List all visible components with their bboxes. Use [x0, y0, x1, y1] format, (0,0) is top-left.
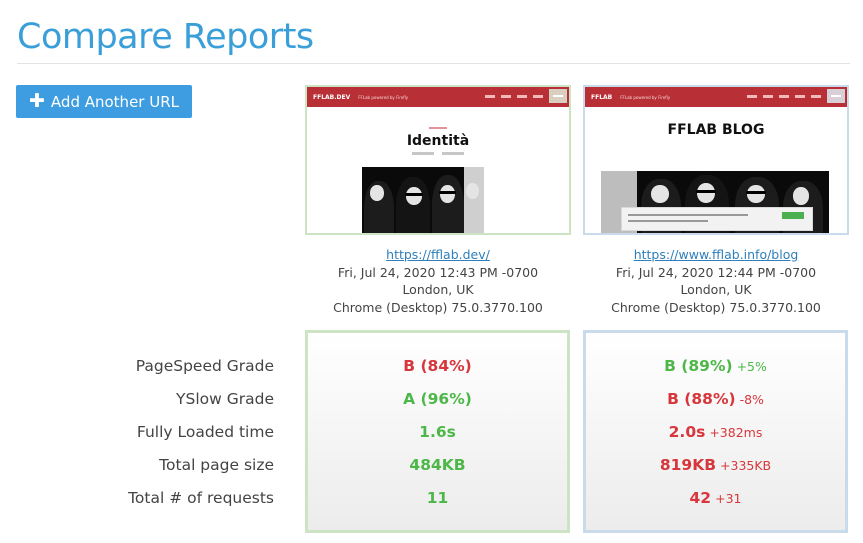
thumbnail-headline: Identità	[406, 133, 470, 149]
result-delta: -8%	[739, 392, 764, 407]
result-value: B (89%)	[664, 357, 733, 375]
result-delta: +5%	[736, 359, 767, 374]
result-value: 1.6s	[419, 423, 456, 441]
result-page-size: 484KB	[308, 454, 567, 487]
result-requests: 11	[308, 487, 567, 520]
thumbnail-cookie-banner	[621, 207, 813, 231]
result-delta: +31	[715, 491, 742, 506]
report-thumbnail-2[interactable]: FFLAB FFLab powered by Firefly FFLAB BLO…	[583, 85, 849, 235]
plus-icon: ✚	[29, 90, 45, 112]
report-thumbnail-1[interactable]: FFLAB.DEV FFLab powered by Firefly Ident…	[305, 85, 571, 235]
metric-label-page-size: Total page size	[159, 456, 274, 474]
thumbnail-headline: FFLAB BLOG	[667, 122, 765, 138]
report-date: Fri, Jul 24, 2020 12:44 PM -0700	[615, 264, 817, 280]
report-url-link[interactable]: https://fflab.dev/	[305, 246, 571, 264]
result-value: B (88%)	[667, 390, 736, 408]
metric-label-pagespeed: PageSpeed Grade	[135, 357, 274, 375]
thumbnail-brand: FFLAB.DEV	[313, 93, 351, 101]
title-divider	[17, 63, 850, 64]
thumbnail-menu	[747, 95, 821, 98]
thumbnail-category	[307, 127, 569, 129]
add-another-url-label: Add Another URL	[50, 92, 179, 111]
metric-label-yslow: YSlow Grade	[176, 390, 274, 408]
thumbnail-menu-icon	[549, 89, 567, 103]
report-location: London, UK	[680, 282, 752, 297]
result-value: A (96%)	[403, 390, 472, 408]
result-value: 484KB	[409, 456, 466, 474]
add-another-url-button[interactable]: ✚ Add Another URL	[16, 85, 192, 118]
result-delta: +382ms	[709, 425, 763, 440]
report-info-2: https://www.fflab.info/blog Fri, Jul 24,…	[583, 246, 849, 316]
report-url-link[interactable]: https://www.fflab.info/blog	[583, 246, 849, 264]
result-value: B (84%)	[403, 357, 472, 375]
result-value: 42	[689, 489, 712, 507]
metric-labels: PageSpeed Grade YSlow Grade Fully Loaded…	[0, 355, 274, 520]
thumbnail-photo	[362, 167, 484, 233]
metric-label-requests: Total # of requests	[128, 489, 274, 507]
result-loaded-time: 2.0s +382ms	[586, 421, 845, 454]
thumbnail-menu	[485, 95, 543, 98]
thumbnail-tagline: FFLab powered by Firefly	[620, 94, 671, 100]
thumbnail-brand: FFLAB	[591, 93, 613, 101]
result-delta: +335KB	[720, 458, 772, 473]
report-browser: Chrome (Desktop) 75.0.3770.100	[333, 299, 543, 315]
results-card-2: B (89%) +5% B (88%) -8% 2.0s +382ms 819KB +3…	[583, 330, 848, 533]
result-pagespeed: B (84%)	[308, 355, 567, 388]
result-requests: 42 +31	[586, 487, 845, 520]
result-loaded-time: 1.6s	[308, 421, 567, 454]
report-browser: Chrome (Desktop) 75.0.3770.100	[611, 299, 821, 315]
report-date: Fri, Jul 24, 2020 12:43 PM -0700	[337, 264, 539, 280]
page-title: Compare Reports	[17, 17, 314, 57]
thumbnail-tagline: FFLab powered by Firefly	[358, 94, 409, 100]
metric-label-loaded-time: Fully Loaded time	[136, 423, 274, 441]
thumbnail-menu-icon	[827, 89, 845, 103]
thumbnail-header: FFLAB FFLab powered by Firefly	[585, 87, 847, 107]
report-info-1: https://fflab.dev/ Fri, Jul 24, 2020 12:…	[305, 246, 571, 316]
result-pagespeed: B (89%) +5%	[586, 355, 845, 388]
report-location: London, UK	[402, 282, 474, 297]
thumbnail-meta	[307, 152, 569, 155]
result-value: 11	[426, 489, 449, 507]
result-yslow: B (88%) -8%	[586, 388, 845, 421]
results-card-1: B (84%) A (96%) 1.6s 484KB 11	[305, 330, 570, 533]
result-value: 819KB	[659, 456, 717, 474]
result-yslow: A (96%)	[308, 388, 567, 421]
result-page-size: 819KB +335KB	[586, 454, 845, 487]
result-value: 2.0s	[668, 423, 706, 441]
thumbnail-header: FFLAB.DEV FFLab powered by Firefly	[307, 87, 569, 107]
